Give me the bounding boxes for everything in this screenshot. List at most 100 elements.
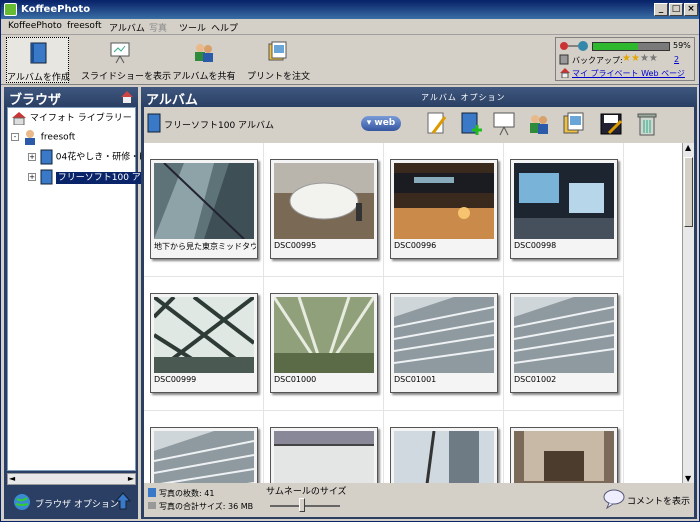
collapse-icon[interactable]: -	[11, 133, 19, 141]
photo-thumbnail[interactable]: DSC00995	[270, 159, 378, 259]
photo-thumbnail[interactable]: DSC00999	[150, 293, 258, 393]
photo-caption: DSC01000	[274, 375, 317, 384]
photo-thumbnail[interactable]	[510, 427, 618, 483]
main-toolbar: アルバムを作成 スライドショーを表示 アルバムを共有 プリントを注文 59% バ…	[1, 35, 699, 85]
library-house-icon	[12, 112, 26, 126]
photo-thumbnail[interactable]: 地下から見た東京ミッドタウン	[150, 159, 258, 259]
photo-image	[154, 431, 254, 483]
photo-cell[interactable]: DSC00996	[384, 143, 504, 277]
folder-tree: マイフォト ライブラリー - freesoft + 04花やしき・研修・b + …	[7, 107, 161, 471]
sync-connection-icon	[560, 41, 588, 51]
trash-icon[interactable]	[636, 111, 658, 137]
show-comments-button[interactable]: コメントを表示	[627, 494, 690, 507]
photo-cell[interactable]	[264, 411, 384, 483]
save-icon[interactable]	[599, 111, 623, 137]
tree-item-freesoft[interactable]: - freesoft	[11, 129, 75, 145]
globe-icon	[14, 494, 30, 510]
order-print-button[interactable]: プリントを注文	[247, 37, 310, 83]
photo-cell[interactable]: DSC00999	[144, 277, 264, 411]
backup-count-link[interactable]: 2	[674, 55, 679, 64]
album-book-icon	[30, 42, 46, 64]
photo-image	[154, 163, 254, 239]
photo-grid: 地下から見た東京ミッドタウン DSC00995 DSC00996 DSC00998 DS…	[144, 143, 682, 483]
photo-cell[interactable]	[144, 411, 264, 483]
user-icon	[24, 130, 35, 145]
photo-cell[interactable]: DSC01000	[264, 277, 384, 411]
window-title: KoffeePhoto	[21, 4, 91, 15]
thumbnail-size-label: サムネールのサイズ	[266, 487, 347, 497]
expand-icon[interactable]: +	[28, 153, 36, 161]
maximize-button[interactable]: □	[669, 3, 683, 16]
scroll-down-icon[interactable]: ▼	[685, 474, 691, 483]
photo-thumbnail[interactable]: DSC00996	[390, 159, 498, 259]
menu-photo[interactable]: 写真	[149, 21, 167, 34]
menu-album[interactable]: アルバム	[109, 21, 145, 34]
album-panel-title: アルバム アルバム オプション	[141, 87, 697, 108]
minimize-button[interactable]: _	[654, 3, 668, 16]
photo-cell[interactable]: DSC01002	[504, 277, 624, 411]
add-photo-icon[interactable]	[459, 111, 483, 137]
photo-caption: DSC00995	[274, 241, 317, 250]
photo-cell[interactable]: 地下から見た東京ミッドタウン	[144, 143, 264, 277]
photo-thumbnail[interactable]	[390, 427, 498, 483]
storage-progress-fill	[593, 43, 638, 50]
photo-cell[interactable]: DSC00998	[504, 143, 624, 277]
expand-icon[interactable]: +	[28, 173, 36, 181]
photo-thumbnail[interactable]	[270, 427, 378, 483]
share-icon[interactable]	[527, 111, 551, 137]
photo-thumbnail[interactable]: DSC01000	[270, 293, 378, 393]
photo-caption: 地下から見た東京ミッドタウン	[154, 242, 256, 251]
photo-thumbnail[interactable]: DSC01002	[510, 293, 618, 393]
browser-options-button[interactable]: ブラウザ オプション	[35, 497, 119, 510]
scroll-left-icon[interactable]: ◄	[9, 474, 15, 483]
menu-koffeephoto[interactable]: KoffeePhoto	[8, 21, 62, 31]
thumbnail-slider-thumb[interactable]	[299, 498, 305, 512]
photo-image	[274, 431, 374, 483]
photo-image	[274, 163, 374, 239]
print-icon[interactable]	[562, 111, 586, 137]
edit-icon[interactable]	[425, 111, 449, 137]
photo-cell[interactable]	[384, 411, 504, 483]
album-name: フリーソフト100 アルバム	[164, 121, 274, 131]
slideshow-screen-icon	[110, 42, 130, 64]
slideshow-button[interactable]: スライドショーを表示	[81, 37, 171, 83]
browser-panel: ブラウザ マイフォト ライブラリー - freesoft + 04花やしき・研修…	[4, 87, 161, 519]
title-bar: KoffeePhoto _ □ ×	[1, 1, 699, 19]
browser-settings-icon[interactable]	[120, 90, 134, 104]
backup-stars-icon: ★★★★	[622, 53, 658, 64]
menu-freesoft[interactable]: freesoft	[67, 21, 101, 31]
menu-tools[interactable]: ツール	[179, 21, 206, 34]
upload-arrow-icon[interactable]	[115, 492, 131, 510]
tree-item-my-library[interactable]: マイフォト ライブラリー	[11, 111, 132, 126]
app-logo-icon	[4, 3, 17, 16]
photo-cell[interactable]: DSC00995	[264, 143, 384, 277]
scroll-thumb[interactable]	[684, 157, 693, 227]
scroll-right-icon[interactable]: ►	[128, 474, 134, 483]
close-button[interactable]: ×	[684, 3, 698, 16]
slideshow-icon[interactable]	[492, 111, 516, 137]
share-people-icon	[195, 44, 213, 62]
create-album-button[interactable]: アルバムを作成	[6, 37, 70, 83]
album-panel: アルバム アルバム オプション フリーソフト100 アルバム ▾ web 地下か…	[141, 87, 697, 519]
browser-options-bar: ブラウザ オプション	[7, 487, 136, 517]
photo-caption: DSC00996	[394, 241, 437, 250]
private-web-page-link[interactable]: マイ プライベート Web ページ	[572, 68, 685, 79]
photo-thumbnail[interactable]	[150, 427, 258, 483]
menu-help[interactable]: ヘルプ	[211, 21, 238, 34]
photo-cell[interactable]: DSC01001	[384, 277, 504, 411]
scroll-up-icon[interactable]: ▲	[685, 143, 691, 152]
backup-disk-icon	[559, 54, 569, 65]
photo-image	[514, 297, 614, 373]
album-icon	[40, 169, 53, 185]
photo-thumbnail[interactable]: DSC01001	[390, 293, 498, 393]
tree-item-album-hanayashiki[interactable]: + 04花やしき・研修・b	[28, 149, 145, 165]
album-toolbar: フリーソフト100 アルバム ▾ web	[144, 107, 694, 143]
tree-horizontal-scrollbar[interactable]: ◄ ►	[7, 473, 136, 485]
share-album-button[interactable]: アルバムを共有	[171, 37, 237, 83]
photo-thumbnail[interactable]: DSC00998	[510, 159, 618, 259]
grid-vertical-scrollbar[interactable]: ▲ ▼	[682, 143, 694, 483]
thumbnail-size-slider[interactable]	[270, 505, 340, 507]
album-options-label: アルバム オプション	[421, 93, 506, 102]
web-publish-button[interactable]: ▾ web	[361, 116, 401, 131]
photo-cell[interactable]	[504, 411, 624, 483]
